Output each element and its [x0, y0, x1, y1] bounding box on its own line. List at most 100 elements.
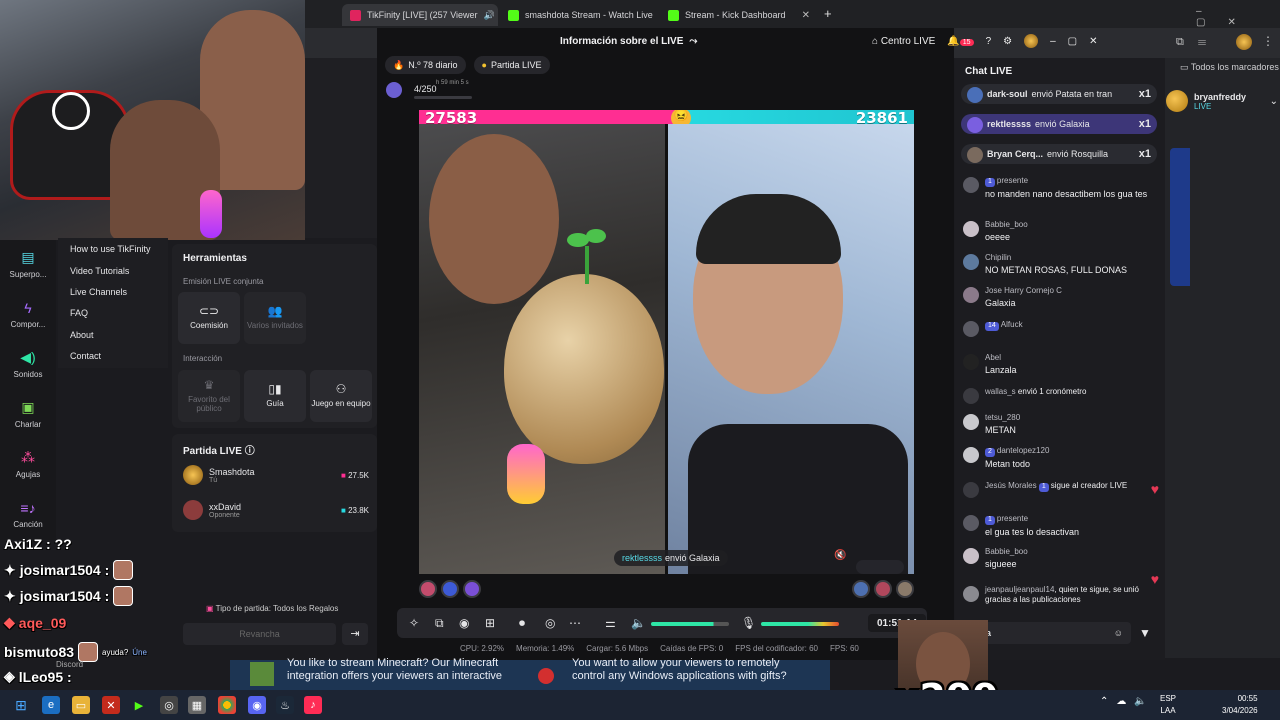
record-icon[interactable]: ⏺ — [519, 616, 525, 631]
guide-button[interactable]: ▯▮ Guía — [244, 370, 306, 422]
share-icon[interactable]: ⤳ — [689, 36, 697, 47]
window-controls[interactable]: –▢✕ — [1196, 6, 1280, 28]
tray-icons[interactable]: ⌃☁🔈 — [1100, 696, 1155, 707]
mute-icon[interactable]: 🔇 — [834, 550, 846, 561]
book-icon: ▯▮ — [268, 382, 282, 396]
chat-input[interactable]: Mika ☺ — [963, 622, 1131, 644]
app-icon[interactable]: ▦ — [188, 696, 206, 714]
menu-item-contact[interactable]: Contact — [70, 351, 101, 361]
volume-icon[interactable]: 🔈 — [631, 616, 646, 630]
tab-kick-dashboard[interactable]: Stream - Kick Dashboard ✕ — [660, 4, 818, 26]
obs-icon[interactable]: ◎ — [160, 696, 178, 714]
chrome-icon[interactable] — [218, 696, 236, 714]
mic-slider[interactable] — [761, 622, 839, 626]
multi-guest-button[interactable]: 👥 Varios invitados — [244, 292, 306, 344]
help-icon[interactable]: ? — [986, 36, 992, 47]
avatar — [183, 500, 203, 520]
overlay-chat-line: ◈ lLeo95 : — [4, 668, 72, 685]
team-game-button[interactable]: ⚇ Juego en equipo — [310, 370, 372, 422]
magic-wand-icon[interactable]: ✧ — [409, 616, 419, 630]
maximize-icon[interactable]: ▢ — [1068, 36, 1077, 47]
sidebar-item-sounds[interactable]: ◀) Sonidos — [0, 340, 56, 388]
avatar[interactable] — [1024, 34, 1039, 48]
gift-toast-text: envió Galaxia — [665, 553, 720, 563]
steam-icon[interactable]: ♨ — [276, 696, 294, 714]
partida-chip[interactable]: ● Partida LIVE — [473, 56, 550, 74]
chat-message: Jesús Morales 1 sigue al creador LIVE ♥ — [963, 481, 1159, 498]
add-icon[interactable]: ⊞ — [485, 616, 495, 630]
windows-start-icon[interactable]: ⊞ — [12, 696, 30, 714]
emoji-icon[interactable]: ☺ — [1114, 628, 1123, 638]
close-icon[interactable]: ✕ — [1089, 36, 1097, 47]
gift-row: rektlessss envió Galaxia x1 — [961, 114, 1157, 134]
tab-title: TikFinity [LIVE] (257 Viewer — [367, 10, 478, 20]
camera-icon[interactable]: ◎ — [545, 616, 555, 630]
badge-icon: ◆ — [4, 614, 15, 630]
audience-favorite-button[interactable]: ♛ Favorito del público — [178, 370, 240, 422]
system-clock[interactable]: 00:55 3/04/2026 — [1222, 693, 1258, 717]
sidebar-item-chat[interactable]: ▣ Charlar — [0, 390, 56, 438]
avatar — [967, 146, 983, 163]
avatar[interactable] — [463, 580, 481, 598]
tools-title: Herramientas — [183, 253, 247, 264]
minimize-icon[interactable]: – — [1050, 36, 1056, 47]
memory-stat: Memoria: 1.49% — [516, 644, 575, 653]
opponent-tag[interactable] — [856, 560, 904, 574]
toolbar-icons[interactable]: ⧉☰ — [1176, 36, 1220, 49]
screen-share-icon[interactable]: ⧉ — [435, 616, 444, 631]
centro-live-button[interactable]: ⌂ Centro LIVE — [872, 36, 935, 47]
menu-item-how-to[interactable]: How to use TikFinity — [70, 244, 151, 254]
avatar[interactable] — [874, 580, 892, 598]
bell-icon[interactable]: 🔔 15 — [947, 36, 974, 47]
avatar[interactable] — [896, 580, 914, 598]
bookmarks-label[interactable]: ▭ Todos los marcadores — [1180, 62, 1279, 73]
avatar[interactable] — [419, 580, 437, 598]
folder-icon[interactable]: ▭ — [72, 696, 90, 714]
guests-row — [419, 578, 914, 600]
profile-avatar[interactable] — [1236, 34, 1252, 50]
tiktok-icon[interactable]: ♪ — [304, 696, 322, 714]
tab-smashdota[interactable]: smashdota Stream - Watch Live ✕ — [500, 4, 658, 26]
coemision-button[interactable]: ⊂⊃ Coemisión — [178, 292, 240, 344]
more-icon[interactable]: ⋯ — [569, 616, 581, 630]
app-icon[interactable]: ✕ — [102, 696, 120, 714]
avatar[interactable] — [441, 580, 459, 598]
avatar[interactable] — [852, 580, 870, 598]
effects-icon[interactable]: ◉ — [459, 616, 469, 630]
sidebar-item-actions[interactable]: ϟ Compor... — [0, 290, 56, 338]
microphone-icon[interactable]: 🎙 — [741, 616, 756, 630]
sidebar-item-overlays[interactable]: ▤ Superpo... — [0, 240, 56, 288]
filter-icon[interactable]: ▼ — [1139, 626, 1151, 640]
overlay-chat-line: Axi1Z : ?? — [4, 536, 72, 552]
menu-item-live-channels[interactable]: Live Channels — [70, 287, 127, 297]
gift-toast: rektlessss envió Galaxia — [614, 550, 728, 566]
profile-card[interactable]: bryanfreddy LIVE ⌄ — [1166, 86, 1278, 116]
player-row: Smashdota Tú ■ 27.5K — [183, 465, 369, 485]
exit-icon[interactable]: ⇥ — [342, 623, 368, 645]
streamer-face — [429, 134, 559, 304]
menu-item-about[interactable]: About — [70, 330, 94, 340]
new-tab-button[interactable]: + — [824, 6, 832, 21]
discord-icon[interactable]: ◉ — [248, 696, 266, 714]
menu-item-tutorials[interactable]: Video Tutorials — [70, 266, 129, 276]
rank-chip[interactable]: 🔥 N.º 78 diario — [385, 56, 466, 74]
flame-icon: 🔥 — [393, 59, 405, 70]
tab-tikfinity[interactable]: TikFinity [LIVE] (257 Viewer 🔊 ✕ — [342, 4, 498, 26]
volume-slider[interactable] — [651, 622, 729, 626]
help-icon[interactable]: ⓘ — [245, 446, 255, 457]
settings-sliders-icon[interactable]: ⚌ — [605, 616, 616, 630]
close-icon[interactable]: ✕ — [802, 10, 810, 21]
chevron-down-icon[interactable]: ⌄ — [1270, 96, 1278, 107]
kebab-menu-icon[interactable]: ⋮ — [1262, 34, 1274, 48]
avatar — [963, 548, 979, 564]
kick-icon[interactable]: ▶ — [130, 696, 148, 714]
language-indicator[interactable]: ESP LAA — [1160, 693, 1176, 717]
edge-icon[interactable]: e — [42, 696, 60, 714]
avatar — [963, 321, 979, 337]
menu-item-faq[interactable]: FAQ — [70, 308, 88, 318]
gear-icon[interactable]: ⚙ — [1003, 36, 1012, 47]
sidebar-item-agujas[interactable]: ⁂ Agujas — [0, 440, 56, 488]
avatar — [113, 560, 134, 580]
link-icon: ⊂⊃ — [198, 304, 220, 318]
avatar — [78, 642, 99, 662]
